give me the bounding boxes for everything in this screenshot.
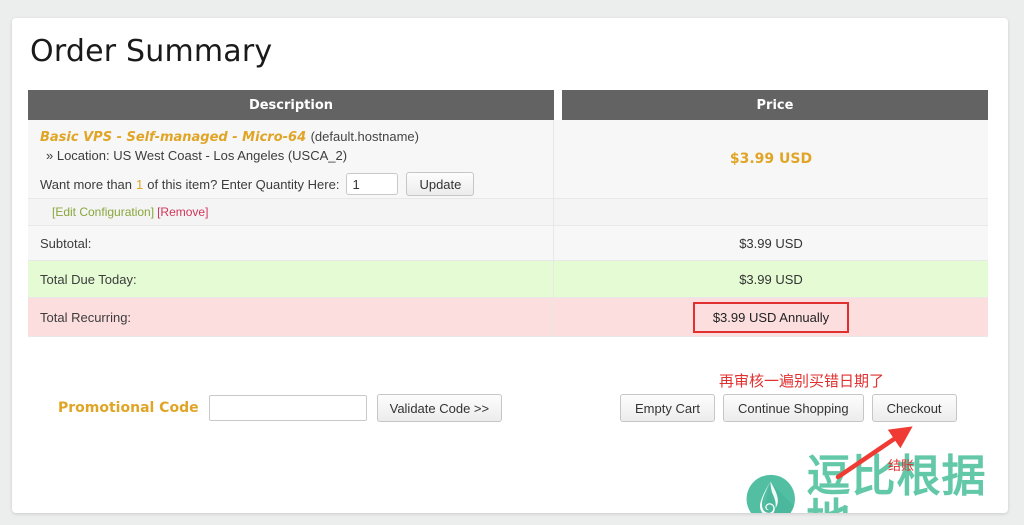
total-recurring-label: Total Recurring: [28,298,554,336]
validate-code-button[interactable]: Validate Code >> [377,394,503,422]
table-row-subtotal: Subtotal: $3.99 USD [28,226,988,261]
order-summary-table: Description Price Basic VPS - Self-manag… [28,90,988,337]
total-due-today-label: Total Due Today: [28,261,554,297]
watermark-logo-icon [743,468,799,513]
empty-cart-button[interactable]: Empty Cart [620,394,715,422]
quantity-row: Want more than 1 of this item? Enter Qua… [40,172,541,196]
page-title: Order Summary [30,34,272,69]
product-hostname: (default.hostname) [311,129,419,144]
header-gap [554,90,562,120]
checkout-button[interactable]: Checkout [872,394,957,422]
item-description-cell: Basic VPS - Self-managed - Micro-64 (def… [28,120,554,198]
total-recurring-highlight-box: $3.99 USD Annually [693,302,849,333]
product-name: Basic VPS - Self-managed - Micro-64 [40,130,306,145]
promotional-code-input[interactable] [209,395,367,421]
quantity-prompt-prefix: Want more than [40,177,132,192]
annotation-checkout-note: 结账 [888,455,914,474]
promotional-code-label: Promotional Code [58,400,199,416]
edit-configuration-link[interactable]: [Edit Configuration] [52,205,154,219]
total-due-today-value: $3.99 USD [554,261,988,297]
column-header-price: Price [562,90,988,120]
subtotal-label: Subtotal: [28,226,554,260]
annotation-date-warning: 再审核一遍别买错日期了 [719,370,884,391]
table-header-row: Description Price [28,90,988,120]
table-row-item-links: [Edit Configuration] [Remove] [28,199,988,226]
promotional-code-group: Promotional Code Validate Code >> [58,394,502,422]
column-header-description: Description [28,90,554,120]
total-recurring-value-cell: $3.99 USD Annually [554,298,988,336]
order-summary-panel: Order Summary Description Price Basic VP… [12,18,1008,513]
product-location: » Location: US West Coast - Los Angeles … [46,148,541,163]
table-row-total-due-today: Total Due Today: $3.99 USD [28,261,988,298]
item-price-cell: $3.99 USD [554,120,988,198]
annotation-arrow-icon [824,423,924,485]
quantity-input[interactable] [346,173,398,195]
item-links-price-cell [554,199,988,225]
cart-action-buttons: Empty Cart Continue Shopping Checkout [620,394,957,422]
subtotal-value: $3.99 USD [554,226,988,260]
table-row-total-recurring: Total Recurring: $3.99 USD Annually [28,298,988,337]
quantity-prompt-count: 1 [136,177,143,192]
item-title-line: Basic VPS - Self-managed - Micro-64 (def… [40,128,541,146]
table-row-item: Basic VPS - Self-managed - Micro-64 (def… [28,120,988,199]
remove-item-link[interactable]: [Remove] [157,205,208,219]
update-button[interactable]: Update [406,172,474,196]
item-links-cell: [Edit Configuration] [Remove] [28,199,554,225]
quantity-prompt-suffix: of this item? Enter Quantity Here: [147,177,339,192]
continue-shopping-button[interactable]: Continue Shopping [723,394,864,422]
